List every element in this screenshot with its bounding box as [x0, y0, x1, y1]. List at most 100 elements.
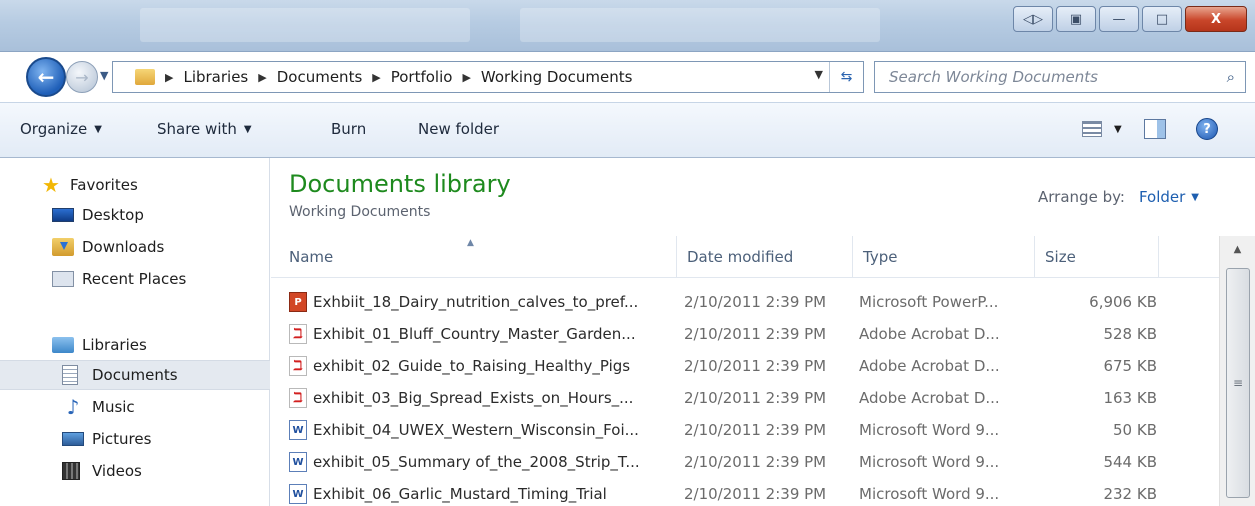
- forward-arrow-icon: →: [75, 67, 89, 87]
- word-file-icon: W: [289, 484, 307, 504]
- help-button[interactable]: ?: [1196, 118, 1218, 140]
- refresh-button[interactable]: ⇆: [829, 62, 863, 92]
- column-header-type-label: Type: [863, 248, 898, 266]
- file-date: 2/10/2011 2:39 PM: [684, 325, 827, 343]
- minimize-button[interactable]: —: [1099, 6, 1139, 32]
- breadcrumb-separator-icon[interactable]: ▶: [372, 71, 380, 84]
- file-row[interactable]: W exhibit_05_Summary of_the_2008_Strip_T…: [271, 446, 1219, 478]
- breadcrumb-separator-icon[interactable]: ▶: [258, 71, 266, 84]
- file-name: exhibit_02_Guide_to_Raising_Healthy_Pigs: [313, 357, 631, 375]
- file-row[interactable]: ℶ exhibit_02_Guide_to_Raising_Healthy_Pi…: [271, 350, 1219, 382]
- maximize-button[interactable]: □: [1142, 6, 1182, 32]
- nav-downloads[interactable]: Downloads: [0, 232, 270, 262]
- nav-pictures-label: Pictures: [92, 430, 152, 448]
- file-row[interactable]: ℶ exhibit_03_Big_Spread_Exists_on_Hours_…: [271, 382, 1219, 414]
- breadcrumb-documents[interactable]: Documents: [277, 68, 363, 86]
- search-box[interactable]: Search Working Documents ⌕: [874, 61, 1246, 93]
- file-name: exhibit_03_Big_Spread_Exists_on_Hours_..…: [313, 389, 634, 407]
- minimize-icon: —: [1112, 11, 1126, 27]
- recent-pages-dropdown-icon[interactable]: ▼: [100, 69, 108, 82]
- organize-button[interactable]: Organize ▼: [20, 120, 102, 138]
- nav-recent-places[interactable]: Recent Places: [0, 264, 270, 294]
- pdf-file-icon: ℶ: [289, 388, 307, 408]
- file-name: Exhbiit_18_Dairy_nutrition_calves_to_pre…: [313, 293, 639, 311]
- word-file-icon: W: [289, 452, 307, 472]
- new-folder-button[interactable]: New folder: [418, 120, 499, 138]
- word-file-icon: W: [289, 420, 307, 440]
- maximize-icon: □: [1155, 11, 1169, 27]
- column-header-size-label: Size: [1045, 248, 1076, 266]
- column-header-size[interactable]: Size: [1035, 236, 1159, 278]
- music-icon: ♪: [66, 395, 80, 419]
- grip-icon: ≡: [1232, 376, 1244, 390]
- nav-videos-label: Videos: [92, 462, 142, 480]
- nav-favorites[interactable]: ★ Favorites: [0, 170, 270, 200]
- address-dropdown-icon[interactable]: ▼: [815, 68, 823, 81]
- pictures-icon: [62, 432, 84, 446]
- nav-libraries[interactable]: Libraries: [0, 330, 270, 360]
- file-name-cell: W exhibit_05_Summary of_the_2008_Strip_T…: [289, 452, 640, 472]
- organize-label: Organize: [20, 120, 88, 138]
- arrange-by-dropdown[interactable]: Folder: [1139, 188, 1185, 206]
- file-name-cell: W Exhibit_04_UWEX_Western_Wisconsin_Foi.…: [289, 420, 639, 440]
- file-row[interactable]: P Exhbiit_18_Dairy_nutrition_calves_to_p…: [271, 286, 1219, 318]
- title-bar: ◁▷ ▣ — □ X: [0, 0, 1255, 52]
- scrollbar-thumb[interactable]: ≡: [1226, 268, 1250, 498]
- nav-desktop-label: Desktop: [82, 206, 144, 224]
- breadcrumb-portfolio[interactable]: Portfolio: [391, 68, 453, 86]
- nav-videos[interactable]: Videos: [0, 456, 270, 486]
- preview-pane-icon: [1144, 119, 1166, 139]
- file-name-cell: ℶ Exhibit_01_Bluff_Country_Master_Garden…: [289, 324, 636, 344]
- forward-button[interactable]: →: [66, 61, 98, 93]
- navigation-pane: ★ Favorites Desktop Downloads Recent Pla…: [0, 158, 270, 506]
- search-icon[interactable]: ⌕: [1227, 68, 1235, 86]
- file-size: 163 KB: [1103, 389, 1157, 407]
- search-input[interactable]: Search Working Documents: [889, 68, 1098, 86]
- column-header-name[interactable]: Name ▲: [279, 236, 677, 278]
- file-name: Exhibit_06_Garlic_Mustard_Timing_Trial: [313, 485, 607, 503]
- nav-desktop[interactable]: Desktop: [0, 200, 270, 230]
- breadcrumb-working-documents[interactable]: Working Documents: [481, 68, 632, 86]
- file-name-cell: ℶ exhibit_02_Guide_to_Raising_Healthy_Pi…: [289, 356, 630, 376]
- column-header-date[interactable]: Date modified: [677, 236, 853, 278]
- nav-documents[interactable]: Documents: [0, 360, 270, 390]
- nav-pictures[interactable]: Pictures: [0, 424, 270, 454]
- file-row[interactable]: ℶ Exhibit_01_Bluff_Country_Master_Garden…: [271, 318, 1219, 350]
- breadcrumb-separator-icon[interactable]: ▶: [165, 71, 173, 84]
- column-header-row: Name ▲ Date modified Type Size: [271, 236, 1219, 278]
- file-size: 675 KB: [1103, 357, 1157, 375]
- close-button[interactable]: X: [1185, 6, 1247, 32]
- file-row[interactable]: W Exhibit_06_Garlic_Mustard_Timing_Trial…: [271, 478, 1219, 506]
- file-date: 2/10/2011 2:39 PM: [684, 293, 827, 311]
- share-with-label: Share with: [157, 120, 237, 138]
- background-glass-reflection: [140, 8, 470, 42]
- file-type: Adobe Acrobat D...: [859, 389, 1000, 407]
- file-name: Exhibit_01_Bluff_Country_Master_Garden..…: [313, 325, 636, 343]
- nav-music-label: Music: [92, 398, 135, 416]
- breadcrumb: ▶ Libraries ▶ Documents ▶ Portfolio ▶ Wo…: [165, 68, 642, 86]
- breadcrumb-separator-icon[interactable]: ▶: [462, 71, 470, 84]
- breadcrumb-libraries[interactable]: Libraries: [183, 68, 248, 86]
- vertical-scrollbar[interactable]: ▲ ≡: [1219, 236, 1255, 506]
- column-header-name-label: Name: [289, 248, 334, 266]
- nav-downloads-label: Downloads: [82, 238, 165, 256]
- file-name: exhibit_05_Summary of_the_2008_Strip_T..…: [313, 453, 640, 471]
- file-row[interactable]: W Exhibit_04_UWEX_Western_Wisconsin_Foi.…: [271, 414, 1219, 446]
- file-date: 2/10/2011 2:39 PM: [684, 485, 827, 503]
- column-header-type[interactable]: Type: [853, 236, 1035, 278]
- share-with-button[interactable]: Share with ▼: [157, 120, 252, 138]
- file-size: 528 KB: [1103, 325, 1157, 343]
- scroll-up-icon[interactable]: ▲: [1220, 236, 1255, 262]
- snap-icon[interactable]: ▣: [1056, 6, 1096, 32]
- address-bar[interactable]: ▶ Libraries ▶ Documents ▶ Portfolio ▶ Wo…: [112, 61, 864, 93]
- chevron-down-icon[interactable]: ▼: [1191, 192, 1199, 203]
- sidebar-toggle-icon[interactable]: ◁▷: [1013, 6, 1053, 32]
- preview-pane-button[interactable]: [1144, 119, 1166, 139]
- view-details-icon: [1082, 121, 1102, 137]
- back-button[interactable]: ←: [26, 57, 66, 97]
- file-name: Exhibit_04_UWEX_Western_Wisconsin_Foi...: [313, 421, 639, 439]
- file-date: 2/10/2011 2:39 PM: [684, 453, 827, 471]
- change-view-button[interactable]: ▼: [1082, 121, 1122, 137]
- burn-button[interactable]: Burn: [331, 120, 366, 138]
- nav-music[interactable]: ♪ Music: [0, 392, 270, 422]
